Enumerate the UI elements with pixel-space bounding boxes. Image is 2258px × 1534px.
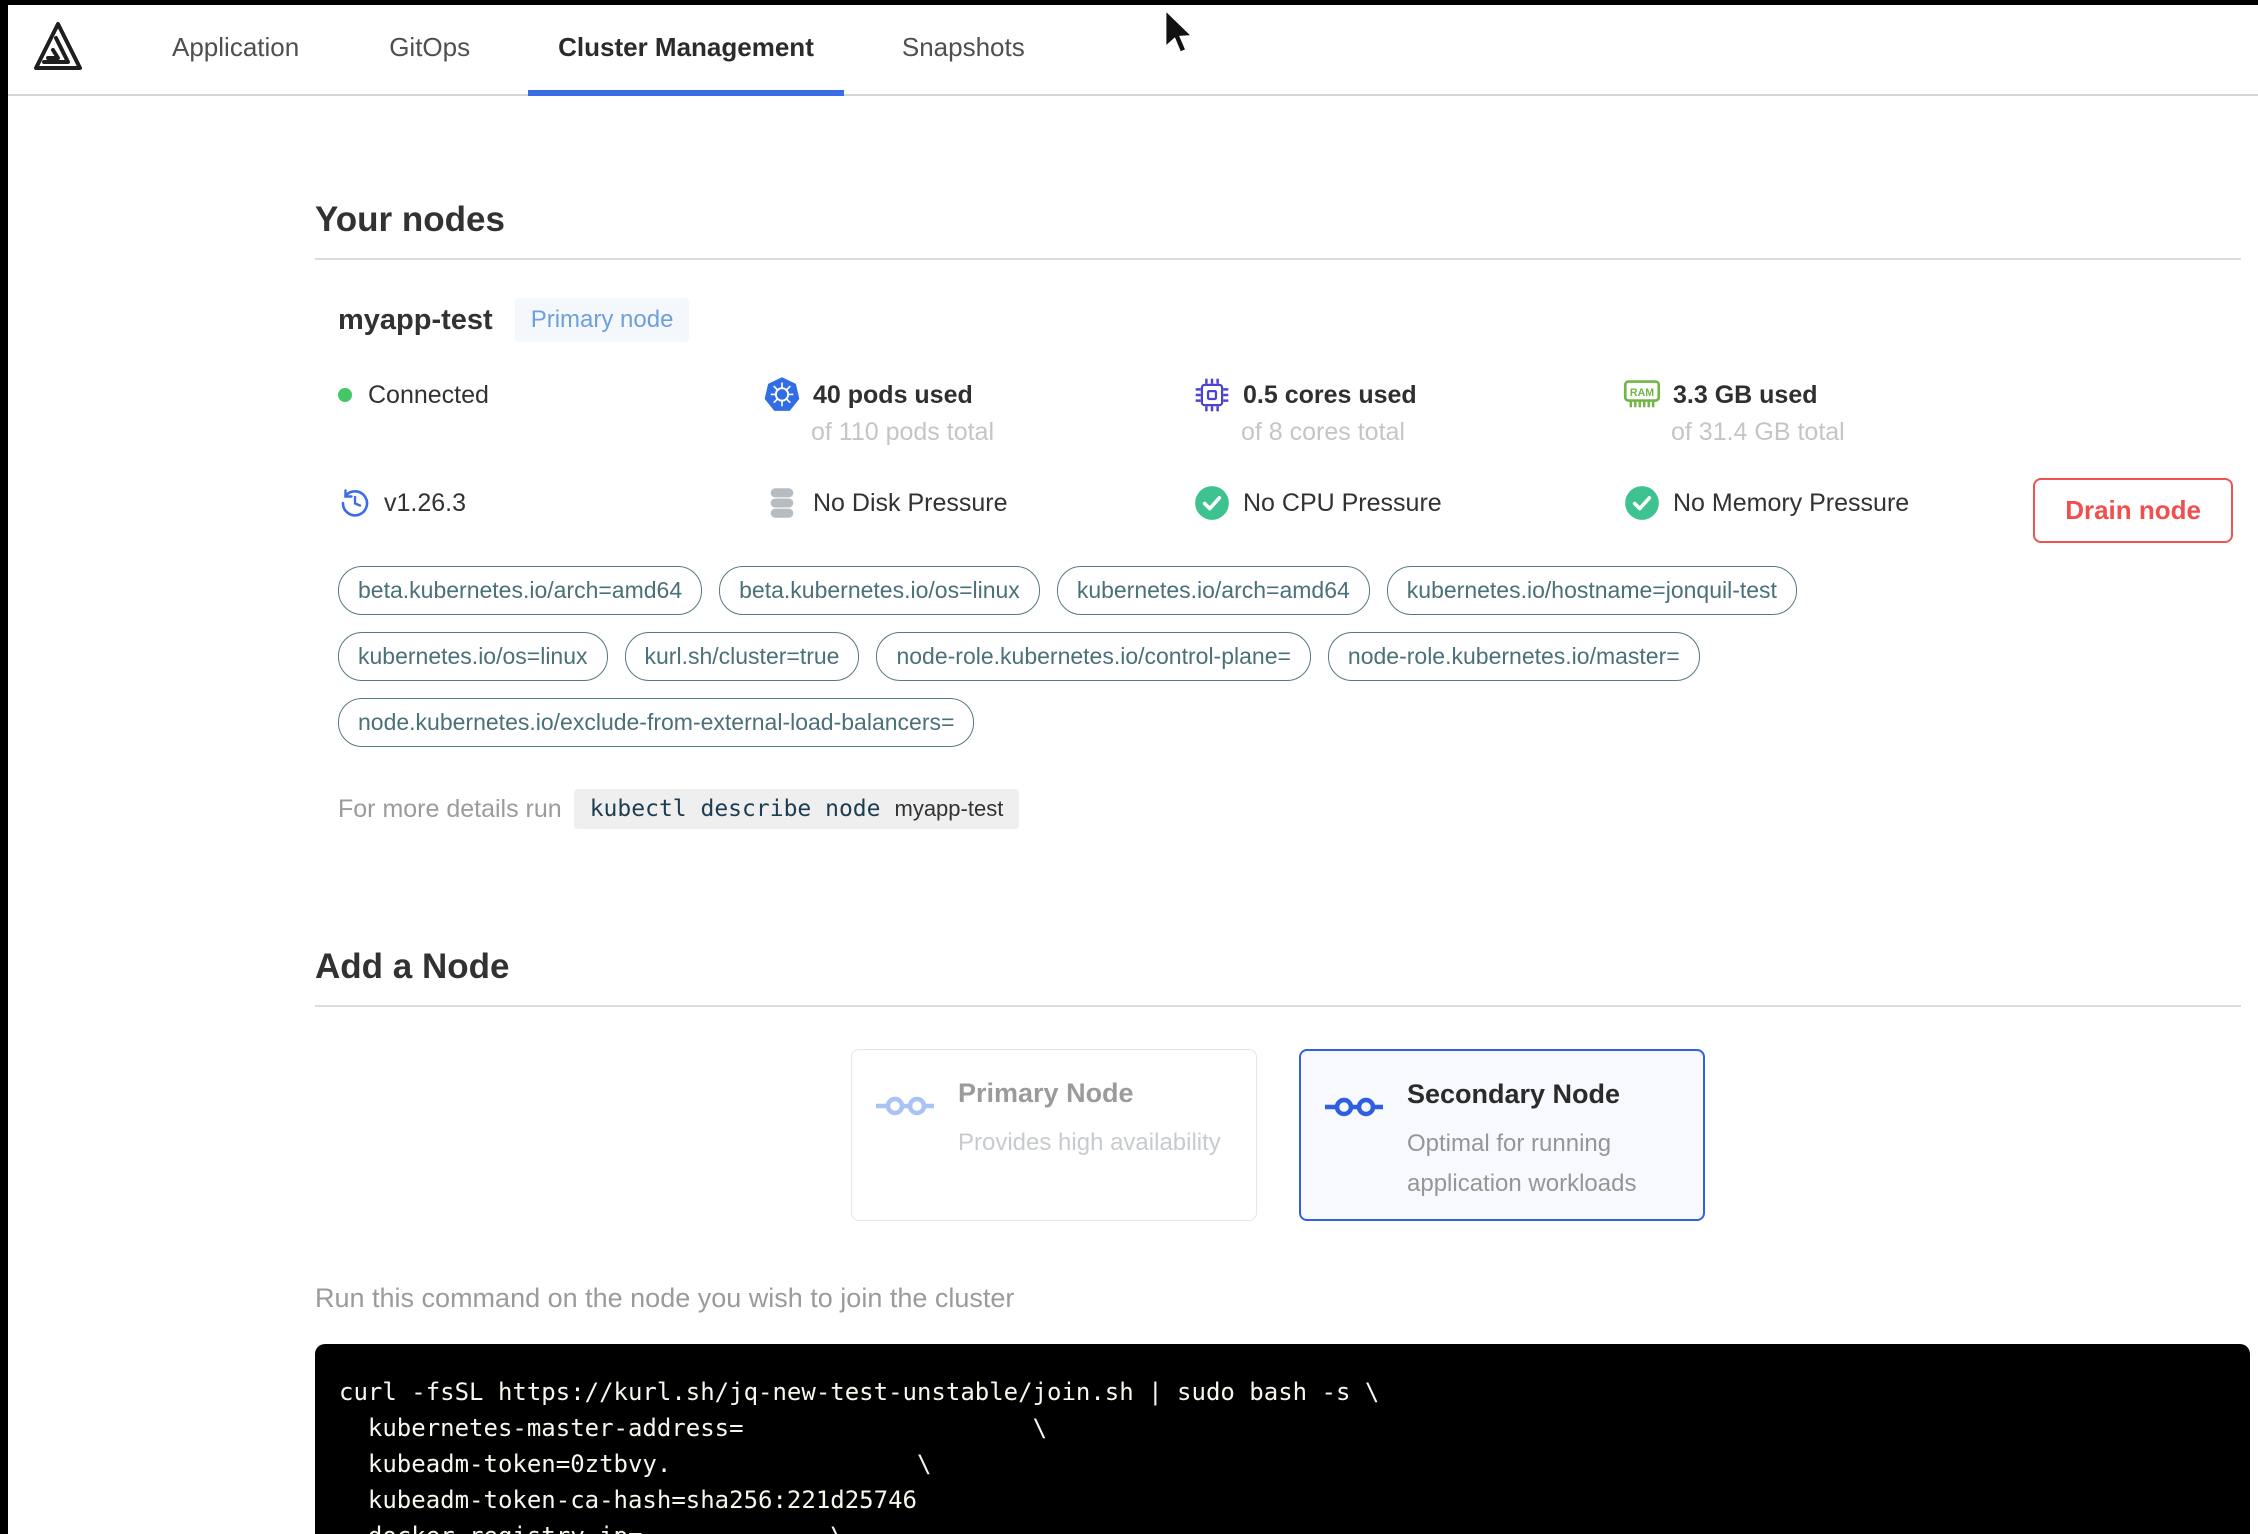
join-command-terminal: curl -fsSL https://kurl.sh/jq-new-test-u… [315, 1344, 2250, 1534]
window-edge-top [0, 0, 2258, 5]
node-card: myapp-test Primary node Connected 40 pod… [315, 298, 2258, 829]
section-divider [315, 258, 2241, 260]
tab-cluster-management[interactable]: Cluster Management [528, 0, 844, 96]
memory-stat: RAM 3.3 GB used [1623, 372, 2093, 418]
disk-icon [763, 484, 801, 522]
drain-node-button[interactable]: Drain node [2033, 478, 2233, 543]
svg-text:RAM: RAM [1630, 387, 1654, 399]
cpu-icon [1193, 376, 1231, 414]
node-label-chip: kubernetes.io/arch=amd64 [1056, 566, 1370, 615]
cores-total: of 8 cores total [1241, 418, 1405, 446]
join-command-text: curl -fsSL https://kurl.sh/jq-new-test-u… [339, 1378, 1380, 1534]
primary-node-option-title: Primary Node [958, 1078, 1134, 1108]
add-node-title: Add a Node [315, 947, 510, 986]
check-circle-icon [1193, 484, 1231, 522]
node-stats-grid: Connected 40 pods used 0.5 cores used RA… [338, 372, 2258, 526]
kubectl-node-name: myapp-test [894, 796, 1004, 821]
node-link-icon [1325, 1079, 1389, 1191]
node-status-label: Connected [368, 380, 489, 409]
ram-icon: RAM [1623, 376, 1661, 414]
disk-pressure-label: No Disk Pressure [813, 488, 1008, 517]
secondary-node-option-title: Secondary Node [1407, 1079, 1621, 1109]
cluster-management-page: Application GitOps Cluster Management Sn… [0, 0, 2258, 1534]
node-link-icon [876, 1078, 940, 1192]
cpu-pressure-label: No CPU Pressure [1243, 488, 1442, 517]
nav-tabs: Application GitOps Cluster Management Sn… [142, 0, 1055, 96]
memory-pressure-label: No Memory Pressure [1673, 488, 1910, 517]
memory-total: of 31.4 GB total [1671, 418, 1845, 446]
node-label-chip: node.kubernetes.io/exclude-from-external… [338, 698, 975, 747]
tab-snapshots[interactable]: Snapshots [872, 0, 1055, 94]
node-label-chip: node-role.kubernetes.io/master= [1327, 632, 1700, 681]
disk-pressure-condition: No Disk Pressure [763, 480, 1193, 526]
node-header: myapp-test Primary node [338, 298, 2258, 342]
details-prefix: For more details run [338, 794, 562, 823]
replicated-logo-icon [30, 16, 86, 78]
memory-used-value: 3.3 GB used [1673, 380, 1818, 409]
pods-total: of 110 pods total [811, 418, 995, 446]
tab-gitops[interactable]: GitOps [359, 0, 500, 94]
node-status: Connected [338, 372, 763, 418]
main-content: Your nodes myapp-test Primary node Conne… [0, 96, 2258, 1534]
node-label-chip: kubernetes.io/hostname=jonquil-test [1386, 566, 1797, 615]
window-edge-left [0, 0, 8, 1534]
top-navbar: Application GitOps Cluster Management Sn… [0, 0, 2258, 96]
node-label-chip: beta.kubernetes.io/os=linux [719, 566, 1040, 615]
check-circle-icon [1623, 484, 1661, 522]
tab-application[interactable]: Application [142, 0, 329, 94]
kubectl-command-chip: kubectl describe node myapp-test [573, 789, 1020, 829]
node-version: v1.26.3 [338, 480, 763, 526]
node-version-label: v1.26.3 [384, 488, 467, 517]
node-type-options: Primary Node Provides high availability … [315, 1049, 2241, 1221]
primary-node-badge: Primary node [514, 298, 690, 342]
node-label-chip: node-role.kubernetes.io/control-plane= [876, 632, 1311, 681]
cores-stat: 0.5 cores used [1193, 372, 1623, 418]
node-label-chip: kurl.sh/cluster=true [624, 632, 860, 681]
memory-pressure-condition: No Memory Pressure [1623, 480, 2093, 526]
node-label-chip: beta.kubernetes.io/arch=amd64 [338, 566, 703, 615]
cores-used-value: 0.5 cores used [1243, 380, 1417, 409]
section-divider [315, 1005, 2241, 1007]
kubernetes-icon [763, 376, 801, 414]
secondary-node-option[interactable]: Secondary Node Optimal for running appli… [1299, 1049, 1705, 1221]
version-history-icon [338, 484, 372, 522]
pods-used-value: 40 pods used [813, 380, 973, 409]
secondary-node-option-desc: Optimal for running application workload… [1407, 1130, 1637, 1197]
primary-node-option[interactable]: Primary Node Provides high availability [851, 1049, 1257, 1221]
kubectl-command: kubectl describe node [589, 796, 881, 822]
join-instruction: Run this command on the node you wish to… [315, 1283, 1015, 1313]
pods-stat: 40 pods used [763, 372, 1193, 418]
connected-dot-icon [338, 388, 352, 402]
details-hint: For more details run kubectl describe no… [338, 789, 2258, 829]
primary-node-option-desc: Provides high availability [958, 1129, 1221, 1156]
cpu-pressure-condition: No CPU Pressure [1193, 480, 1623, 526]
node-labels: beta.kubernetes.io/arch=amd64 beta.kuber… [338, 566, 2038, 747]
node-label-chip: kubernetes.io/os=linux [338, 632, 608, 681]
node-name: myapp-test [338, 303, 493, 336]
your-nodes-title: Your nodes [315, 200, 505, 239]
